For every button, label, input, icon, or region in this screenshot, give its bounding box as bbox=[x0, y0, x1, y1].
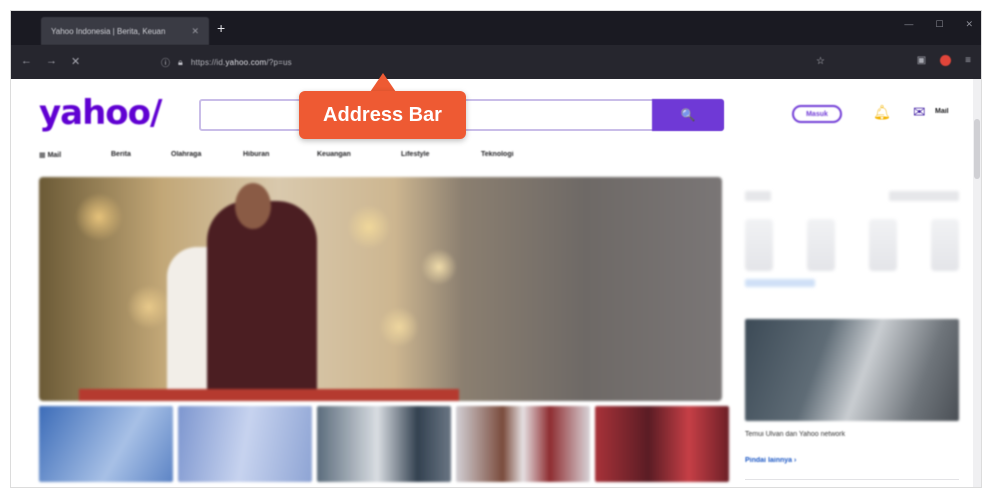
maximize-icon[interactable]: ☐ bbox=[935, 19, 943, 30]
extension-icon[interactable] bbox=[940, 55, 952, 66]
browser-window: Yahoo Indonesia | Berita, Keuan ✕ + — ☐ … bbox=[10, 10, 982, 488]
scrollbar[interactable] bbox=[973, 79, 981, 487]
divider bbox=[745, 479, 959, 480]
story-thumbnails bbox=[39, 406, 729, 482]
close-window-icon[interactable]: ✕ bbox=[965, 19, 973, 30]
hero-image-part bbox=[79, 389, 459, 401]
story-thumbnail[interactable] bbox=[39, 406, 173, 482]
web-page: yahoo/ 🔍 Masuk 🔔︎ ✉ Mail ▦ Mail Berita O… bbox=[11, 79, 981, 487]
bookmark-star-icon[interactable]: ☆ bbox=[816, 56, 825, 67]
tab-title: Yahoo Indonesia | Berita, Keuan bbox=[51, 26, 166, 36]
promo-link[interactable]: Pindai lainnya › bbox=[745, 457, 796, 464]
search-button[interactable]: 🔍 bbox=[652, 99, 724, 131]
address-bar[interactable]: ⓘ 🔒︎ https://id. yahoo.com /?p=us ☆ bbox=[161, 51, 851, 73]
browser-tab[interactable]: Yahoo Indonesia | Berita, Keuan ✕ bbox=[41, 17, 209, 45]
back-icon[interactable]: ← bbox=[21, 55, 32, 68]
weather-day bbox=[807, 219, 835, 271]
promo-text: Temui Ulvan dan Yahoo network bbox=[745, 431, 846, 438]
promo-image[interactable] bbox=[745, 319, 959, 421]
story-thumbnail[interactable] bbox=[456, 406, 590, 482]
new-tab-button[interactable]: + bbox=[217, 21, 225, 35]
weather-unit bbox=[889, 191, 959, 201]
nav-item-teknologi[interactable]: Teknologi bbox=[481, 151, 551, 159]
address-bar-callout: Address Bar bbox=[299, 91, 466, 139]
category-nav: ▦ Mail Berita Olahraga Hiburan Keuangan … bbox=[39, 151, 551, 159]
yahoo-logo[interactable]: yahoo/ bbox=[39, 93, 162, 133]
weather-widget[interactable] bbox=[745, 191, 959, 301]
nav-buttons: ← → ✕ bbox=[21, 55, 80, 68]
weather-header bbox=[745, 191, 959, 201]
nav-item-olahraga[interactable]: Olahraga bbox=[171, 151, 243, 159]
lock-icon[interactable]: 🔒︎ bbox=[178, 57, 183, 68]
bell-icon[interactable]: 🔔︎ bbox=[873, 104, 891, 121]
hero-image-part bbox=[207, 201, 317, 401]
stop-icon[interactable]: ✕ bbox=[71, 55, 80, 68]
menu-icon[interactable]: ≡ bbox=[965, 55, 971, 66]
weather-day bbox=[745, 219, 773, 271]
nav-item-mail[interactable]: ▦ Mail bbox=[39, 151, 111, 159]
url-path: /?p=us bbox=[266, 57, 292, 67]
weather-location bbox=[745, 191, 771, 201]
scrollbar-thumb[interactable] bbox=[974, 119, 980, 179]
story-thumbnail[interactable] bbox=[317, 406, 451, 482]
mail-label[interactable]: Mail bbox=[935, 108, 949, 115]
callout-arrow bbox=[370, 73, 396, 92]
signin-button[interactable]: Masuk bbox=[792, 105, 842, 123]
weather-days bbox=[745, 219, 959, 271]
toolbar-right: ▣ ≡ bbox=[917, 55, 971, 66]
weather-day bbox=[869, 219, 897, 271]
window-controls: — ☐ ✕ bbox=[904, 19, 973, 30]
url-prefix: https://id. bbox=[190, 57, 226, 67]
forward-icon[interactable]: → bbox=[46, 55, 57, 68]
info-icon[interactable]: ⓘ bbox=[161, 56, 170, 69]
story-thumbnail[interactable] bbox=[178, 406, 312, 482]
hero-image-part bbox=[235, 183, 271, 229]
nav-item-berita[interactable]: Berita bbox=[111, 151, 171, 159]
minimize-icon[interactable]: — bbox=[904, 19, 913, 30]
close-icon[interactable]: ✕ bbox=[191, 26, 199, 37]
nav-item-keuangan[interactable]: Keuangan bbox=[317, 151, 401, 159]
navigation-bar: ← → ✕ ⓘ 🔒︎ https://id. yahoo.com /?p=us … bbox=[11, 45, 981, 79]
nav-item-hiburan[interactable]: Hiburan bbox=[243, 151, 317, 159]
search-icon: 🔍 bbox=[680, 108, 696, 122]
weather-link[interactable] bbox=[745, 279, 815, 287]
weather-day bbox=[931, 219, 959, 271]
mail-icon[interactable]: ✉ bbox=[913, 103, 926, 121]
url-domain: yahoo.com bbox=[225, 57, 267, 67]
pocket-icon[interactable]: ▣ bbox=[917, 55, 926, 66]
hero-story[interactable] bbox=[39, 177, 722, 401]
nav-item-lifestyle[interactable]: Lifestyle bbox=[401, 151, 481, 159]
story-thumbnail[interactable] bbox=[595, 406, 729, 482]
tab-bar: Yahoo Indonesia | Berita, Keuan ✕ + — ☐ … bbox=[11, 11, 981, 45]
